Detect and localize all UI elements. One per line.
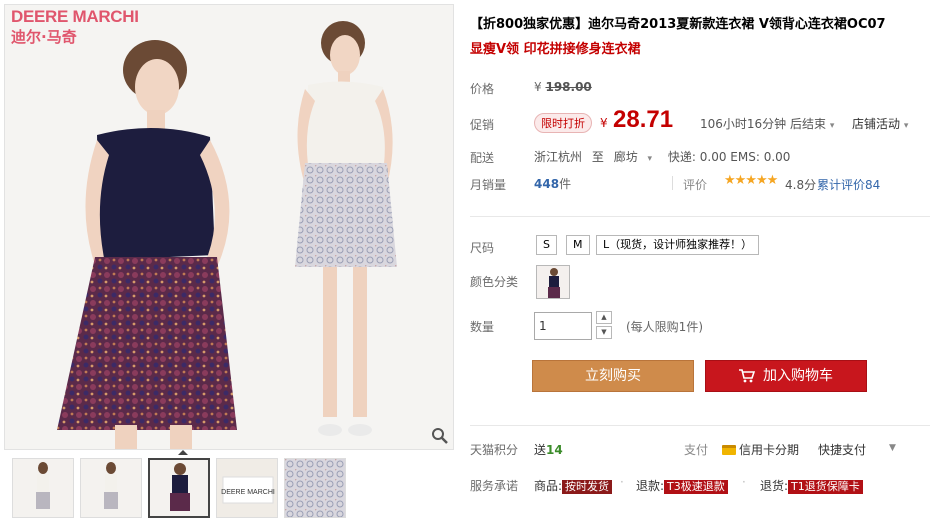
monthly-sales-label: 月销量 [470,178,507,192]
quantity-decrease-button[interactable]: ▼ [596,326,612,339]
currency-symbol: ¥ [534,80,542,94]
rating-score: 4.8分 [785,178,817,192]
brand-logo: DEERE MARCHI 迪尔·马奇 [11,7,139,47]
thumbnail-5[interactable] [284,458,346,518]
product-title: 【折800独家优惠】迪尔马奇2013夏新款连衣裙 V领背心连衣裙OC07 [470,17,886,32]
service-refund: 退款: T3极速退款 [636,477,728,494]
size-option-l[interactable]: L（现货，设计师独家推荐！） [596,235,760,255]
reviews-link[interactable]: 累计评价84 [817,176,880,193]
brand-name-cn: 迪尔·马奇 [11,28,77,46]
points-label: 天猫积分 [470,443,519,457]
add-to-cart-button[interactable]: 加入购物车 [705,360,867,392]
monthly-sales-unit: 件 [559,177,572,191]
shipping-fee: 快递: 0.00 EMS: 0.00 [667,150,791,164]
quantity-label: 数量 [470,320,495,334]
promo-price: 28.71 [613,106,674,133]
payment-label: 支付 [684,443,709,457]
shipping-to-text: 廊坊 [613,150,638,164]
cart-icon [739,364,756,394]
color-label: 颜色分类 [470,275,519,289]
size-option-s[interactable]: S [536,235,557,255]
service-refund-label: 退款: [636,479,665,493]
service-goods-tag: 按时发货 [562,480,613,494]
product-subtitle: 显瘦V领 印花拼接修身连衣裙 [470,42,641,57]
original-price: ¥ 198.00 [534,80,592,94]
thumbnail-4[interactable]: DEERE MARCHI [216,458,278,518]
color-option-swatch[interactable] [536,265,570,299]
thumbnail-strip: DEERE MARCHI [4,450,454,522]
price-label: 价格 [470,82,495,96]
quantity-input[interactable] [534,312,592,340]
thumbnail-1[interactable] [12,458,74,518]
service-label: 服务承诺 [470,479,519,493]
service-return-label: 退货: [760,479,789,493]
separator-dot: · [620,475,624,489]
shipping-from: 浙江杭州 [534,150,583,164]
points-number: 14 [546,443,563,457]
service-goods: 商品: 按时发货 [534,477,613,494]
points-value: 送14 [534,441,563,458]
quantity-limit: (每人限购1件) [626,320,703,334]
service-refund-tag: T3极速退款 [664,480,728,494]
shipping-to-word: 至 [591,150,604,164]
shipping-to-select[interactable]: 廊坊 ▾ [614,150,662,164]
shipping-info: 浙江杭州 至 廊坊 ▾ 快递: 0.00 EMS: 0.00 [534,148,796,165]
chevron-up-icon: ▲ [601,313,607,321]
thumbnail-2[interactable] [80,458,142,518]
product-photo [5,5,453,449]
section-divider [470,425,930,426]
promo-badge: 限时打折 [534,113,592,133]
size-option-m[interactable]: M [566,235,590,255]
main-product-image[interactable]: DEERE MARCHI 迪尔·马奇 [4,4,454,450]
chevron-down-icon: ▾ [647,154,653,164]
service-return-tag: T1退货保障卡 [788,480,863,494]
active-thumb-caret [178,450,188,455]
product-page: DEERE MARCHI 迪尔·马奇 DEERE MARCHI 【折800独家优… [0,0,930,526]
divider [672,176,673,190]
section-divider [470,216,930,217]
shop-promo-text: 店铺活动 [852,117,901,131]
rating-label: 评价 [683,178,708,192]
size-label: 尺码 [470,241,495,255]
payment-credit-installment[interactable]: 信用卡分期 [722,441,799,458]
add-to-cart-label: 加入购物车 [763,368,833,384]
monthly-sales: 448件 [534,175,571,192]
service-goods-label: 商品: [534,479,563,493]
chevron-down-icon[interactable]: ▼ [889,443,896,453]
points-prefix: 送 [534,443,547,457]
brand-name-en: DEERE MARCHI [11,7,139,26]
original-price-value: 198.00 [545,80,592,94]
zoom-icon[interactable] [431,427,449,445]
rating-stars: ★★★★★ [724,173,778,188]
chevron-down-icon: ▾ [903,121,909,131]
service-return: 退货: T1退货保障卡 [760,477,863,494]
buy-now-button[interactable]: 立刻购买 [532,360,694,392]
credit-card-icon [722,445,736,455]
shop-promo-dropdown[interactable]: 店铺活动 ▾ [852,115,908,132]
chevron-down-icon: ▼ [601,328,607,336]
thumbnail-3[interactable] [148,458,210,518]
promo-label: 促销 [470,118,495,132]
thumbnail-label-text: DEERE MARCHI [221,489,275,496]
payment-credit-text: 信用卡分期 [739,443,800,457]
payment-quick[interactable]: 快捷支付 [818,441,866,458]
promo-currency: ¥ [600,116,608,130]
chevron-down-icon: ▾ [829,121,835,131]
shipping-label: 配送 [470,151,495,165]
monthly-sales-count: 448 [534,177,560,191]
separator-dot: · [742,475,746,489]
countdown-timer[interactable]: 106小时16分钟 后结束 ▾ [700,115,834,132]
countdown-text: 106小时16分钟 后结束 [700,117,826,131]
quantity-increase-button[interactable]: ▲ [596,311,612,324]
